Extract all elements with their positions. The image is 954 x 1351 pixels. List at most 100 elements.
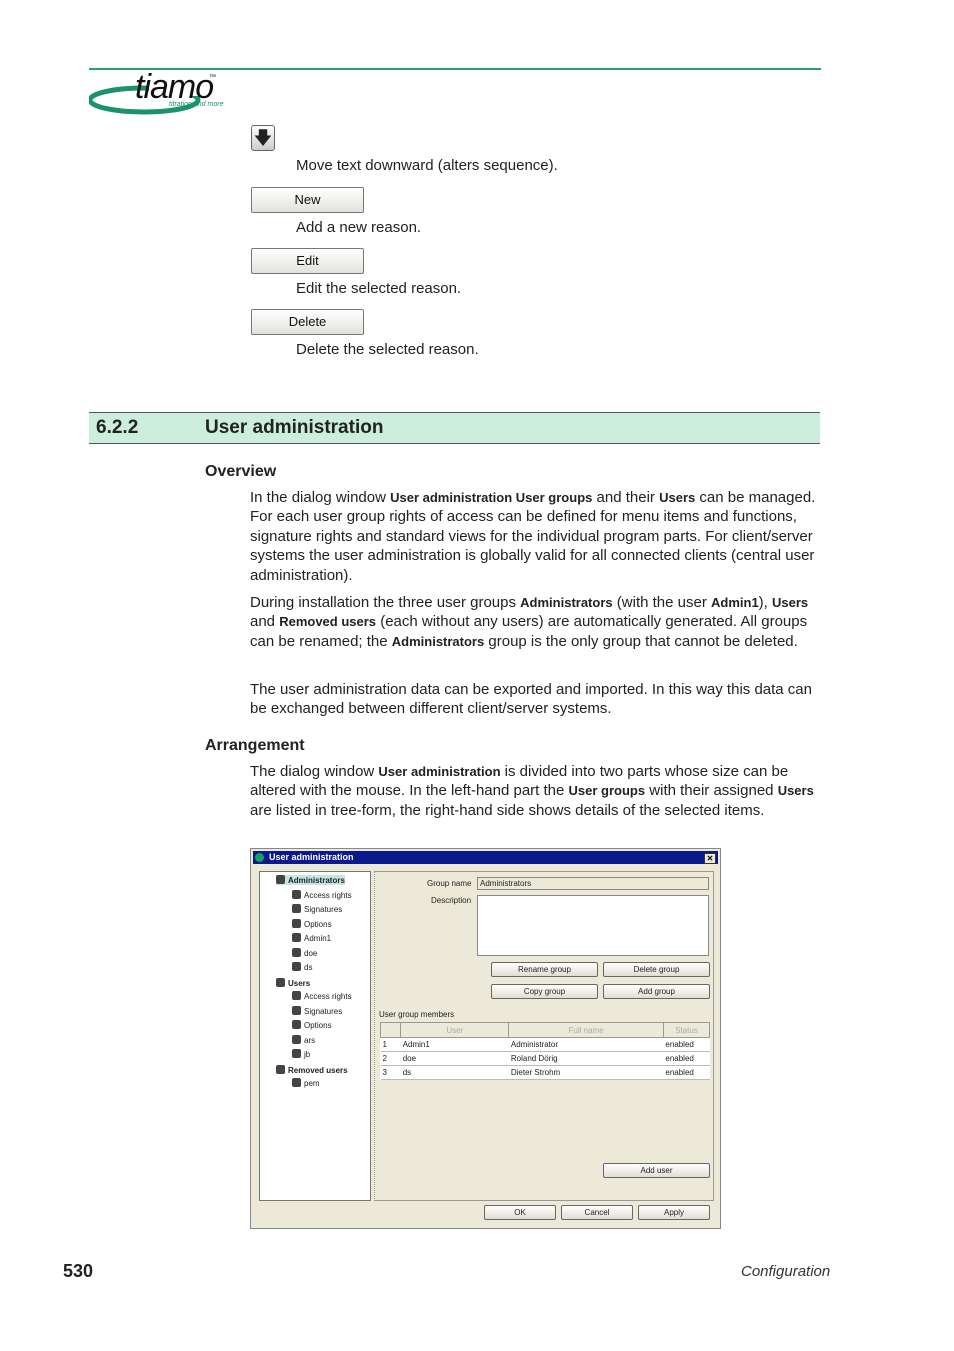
overview-p1: In the dialog window User administration… <box>250 488 820 585</box>
bold-term: Administrators <box>391 633 485 649</box>
delete-description: Delete the selected reason. <box>296 341 479 358</box>
user-icon <box>292 933 301 942</box>
table-cell: Administrator <box>508 1037 664 1052</box>
user-icon <box>292 1005 301 1015</box>
column-header[interactable]: User <box>400 1022 510 1038</box>
bold-term: Users <box>777 783 814 799</box>
rename-group-button[interactable]: Rename group <box>491 962 598 977</box>
text-run: The dialog window <box>250 763 379 780</box>
tree-item[interactable]: Options <box>292 918 332 929</box>
description-label: Description <box>431 896 472 905</box>
cancel-button[interactable]: Cancel <box>561 1205 633 1220</box>
tree-item-group[interactable]: Users <box>276 977 310 988</box>
app-icon <box>255 853 264 862</box>
bold-term: User groups <box>568 783 646 799</box>
delete-button[interactable]: Delete <box>251 309 364 335</box>
apply-button[interactable]: Apply <box>638 1205 710 1220</box>
table-cell: doe <box>400 1051 509 1066</box>
delete-group-button[interactable]: Delete group <box>603 962 710 977</box>
description-field[interactable] <box>477 895 709 956</box>
table-row[interactable]: 3 ds Dieter Strohm enabled <box>380 1065 710 1080</box>
text-run: (with the user <box>612 594 711 611</box>
tree-item-group[interactable]: Removed users <box>276 1064 348 1075</box>
column-header[interactable]: Full name <box>508 1022 664 1038</box>
members-label: User group members <box>379 1010 455 1019</box>
user-icon <box>292 904 301 913</box>
text-run: with their assigned <box>645 782 778 800</box>
table-row[interactable]: 2 doe Roland Dörig enabled <box>380 1051 710 1066</box>
user-group-tree[interactable]: Administrators Access rights Signatures Opt… <box>259 871 371 1201</box>
bold-term: Users <box>772 595 809 610</box>
user-icon <box>292 991 301 1000</box>
table-cell: Dieter Strohm <box>508 1065 664 1080</box>
text-run: are listed in tree-form, the right-hand … <box>250 801 765 819</box>
add-group-button[interactable]: Add group <box>603 984 710 999</box>
tree-item[interactable]: Signatures <box>292 1005 342 1016</box>
edit-button[interactable]: Edit <box>251 248 364 274</box>
user-icon <box>292 1078 301 1087</box>
column-header[interactable]: Status <box>662 1022 711 1038</box>
table-cell: 1 <box>380 1037 401 1052</box>
tree-item[interactable]: Access rights <box>292 991 352 1001</box>
group-name-field[interactable]: Administrators <box>477 877 709 890</box>
user-group-icon <box>276 1064 285 1074</box>
user-icon <box>292 1020 301 1029</box>
move-down-button[interactable]: 🡇 <box>251 125 275 151</box>
arrangement-heading: Arrangement <box>205 737 305 754</box>
text-run: and <box>250 613 280 631</box>
tree-item[interactable]: ds <box>292 962 312 972</box>
copy-group-button[interactable]: Copy group <box>491 984 598 999</box>
tree-item[interactable]: pem <box>292 1078 320 1088</box>
overview-p2: During installation the three user group… <box>250 593 820 651</box>
text-run: group is the only group that cannot be d… <box>484 632 798 650</box>
add-user-button[interactable]: Add user <box>603 1163 710 1178</box>
members-table: User Full name Status 1 Admin1 Administrator e… <box>379 1022 711 1080</box>
tree-item[interactable]: doe <box>292 947 317 958</box>
tree-item-group[interactable]: Administrators <box>276 875 345 885</box>
dialog-titlebar: User administration ✕ <box>253 851 718 864</box>
move-down-description: Move text downward (alters sequence). <box>296 157 558 174</box>
overview-heading: Overview <box>205 463 277 480</box>
table-cell: 2 <box>380 1051 401 1066</box>
tree-item[interactable]: jb <box>292 1049 310 1059</box>
group-name-label: Group name <box>427 879 472 888</box>
tree-item[interactable]: Admin1 <box>292 933 331 943</box>
column-header[interactable] <box>379 1022 402 1038</box>
details-panel: Group name Administrators Description Re… <box>374 871 714 1201</box>
edit-description: Edit the selected reason. <box>296 280 462 297</box>
tiamo-logo: tiamo ™ titration and more <box>89 68 239 118</box>
bold-term: User administration User groups <box>390 490 593 505</box>
section-heading: 6.2.2 User administration <box>89 412 820 444</box>
text-run: and their <box>592 489 660 506</box>
tree-item[interactable]: Access rights <box>292 889 352 900</box>
user-icon <box>292 1049 301 1058</box>
ok-button[interactable]: OK <box>484 1205 556 1220</box>
manual-page: tiamo ™ titration and more 🡇 Move text d… <box>0 0 954 1351</box>
user-group-icon <box>276 875 285 884</box>
new-button[interactable]: New <box>251 187 364 213</box>
overview-p3: The user administration data can be expo… <box>250 680 820 719</box>
text-run: During installation the three user group… <box>250 594 521 611</box>
arrangement-p1: The dialog window User administration is… <box>250 762 820 820</box>
page-number: 530 <box>63 1261 94 1281</box>
arrow-down-icon: 🡇 <box>253 128 273 148</box>
table-row[interactable]: 1 Admin1 Administrator enabled <box>380 1037 710 1052</box>
bold-term: Removed users <box>279 614 377 630</box>
bold-term: Administrators <box>520 595 613 610</box>
user-icon <box>292 947 301 957</box>
text-run: ), <box>758 594 773 611</box>
text-run: The user administration data can be expo… <box>250 681 812 718</box>
user-group-icon <box>276 977 285 987</box>
tree-item[interactable]: Options <box>292 1020 332 1030</box>
close-icon[interactable]: ✕ <box>704 853 716 864</box>
tree-item[interactable]: ars <box>292 1034 315 1045</box>
user-administration-dialog: User administration ✕ Administrators Acces… <box>250 848 721 1229</box>
user-icon <box>292 918 301 928</box>
table-cell: enabled <box>663 1051 710 1066</box>
bold-term: User administration <box>378 764 501 779</box>
table-cell: enabled <box>663 1037 710 1052</box>
tree-item[interactable]: Signatures <box>292 904 342 914</box>
chapter-name: Configuration <box>741 1263 831 1280</box>
new-description: Add a new reason. <box>296 219 422 236</box>
table-cell: Roland Dörig <box>508 1051 664 1066</box>
